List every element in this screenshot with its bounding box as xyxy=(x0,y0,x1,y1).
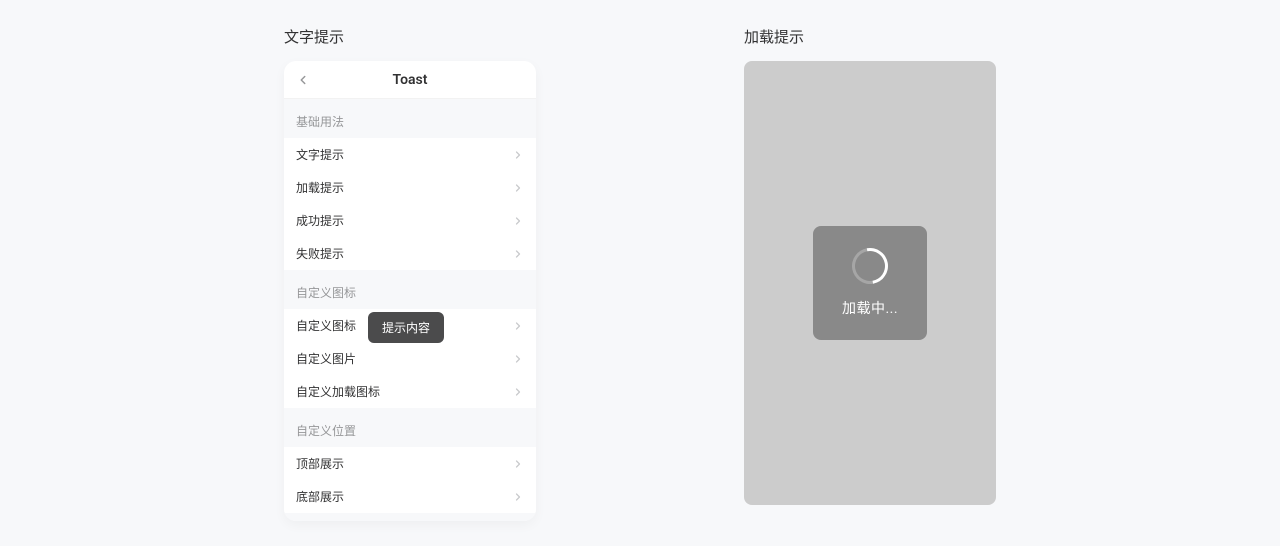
cell-label: 自定义图标 xyxy=(296,317,356,334)
cell-label: 成功提示 xyxy=(296,212,344,229)
content-area: 基础用法 文字提示 加载提示 成功提示 失败提示 xyxy=(284,99,536,521)
nav-bar: Toast xyxy=(284,61,536,99)
cell-custom-image[interactable]: 自定义图片 xyxy=(284,342,536,375)
cell-loading-toast[interactable]: 加载提示 xyxy=(284,171,536,204)
chevron-right-icon xyxy=(512,491,524,503)
chevron-right-icon xyxy=(512,248,524,260)
chevron-right-icon xyxy=(512,215,524,227)
loading-spinner-icon xyxy=(845,241,895,291)
cell-label: 自定义图片 xyxy=(296,350,356,367)
phone-panel-right: 加载中... xyxy=(744,61,996,505)
loading-text: 加载中... xyxy=(842,298,898,318)
phone-panel-left: Toast 基础用法 文字提示 加载提示 成功提示 失败提示 xyxy=(284,61,536,521)
cell-fail-toast[interactable]: 失败提示 xyxy=(284,237,536,270)
chevron-right-icon xyxy=(512,353,524,365)
group-label-custom-icon: 自定义图标 xyxy=(284,270,536,309)
chevron-right-icon xyxy=(512,149,524,161)
chevron-right-icon xyxy=(512,386,524,398)
cell-success-toast[interactable]: 成功提示 xyxy=(284,204,536,237)
cell-group-custom-position: 顶部展示 底部展示 xyxy=(284,447,536,513)
cell-bottom-display[interactable]: 底部展示 xyxy=(284,480,536,513)
loading-toast: 加载中... xyxy=(813,226,927,340)
section-title-right: 加载提示 xyxy=(744,26,996,47)
cell-label: 加载提示 xyxy=(296,179,344,196)
chevron-right-icon xyxy=(512,458,524,470)
nav-title: Toast xyxy=(393,72,428,88)
cell-group-basic: 文字提示 加载提示 成功提示 失败提示 xyxy=(284,138,536,270)
cell-label: 失败提示 xyxy=(296,245,344,262)
cell-label: 顶部展示 xyxy=(296,455,344,472)
cell-top-display[interactable]: 顶部展示 xyxy=(284,447,536,480)
chevron-left-icon xyxy=(296,73,310,87)
section-title-left: 文字提示 xyxy=(284,26,536,47)
group-label-basic: 基础用法 xyxy=(284,99,536,138)
chevron-right-icon xyxy=(512,182,524,194)
toast-popup-text: 提示内容 xyxy=(368,312,444,343)
cell-text-toast[interactable]: 文字提示 xyxy=(284,138,536,171)
cell-label: 自定义加载图标 xyxy=(296,383,380,400)
cell-label: 底部展示 xyxy=(296,488,344,505)
cell-custom-loading-icon[interactable]: 自定义加载图标 xyxy=(284,375,536,408)
chevron-right-icon xyxy=(512,320,524,332)
nav-back-button[interactable] xyxy=(296,73,310,87)
cell-label: 文字提示 xyxy=(296,146,344,163)
group-label-custom-position: 自定义位置 xyxy=(284,408,536,447)
